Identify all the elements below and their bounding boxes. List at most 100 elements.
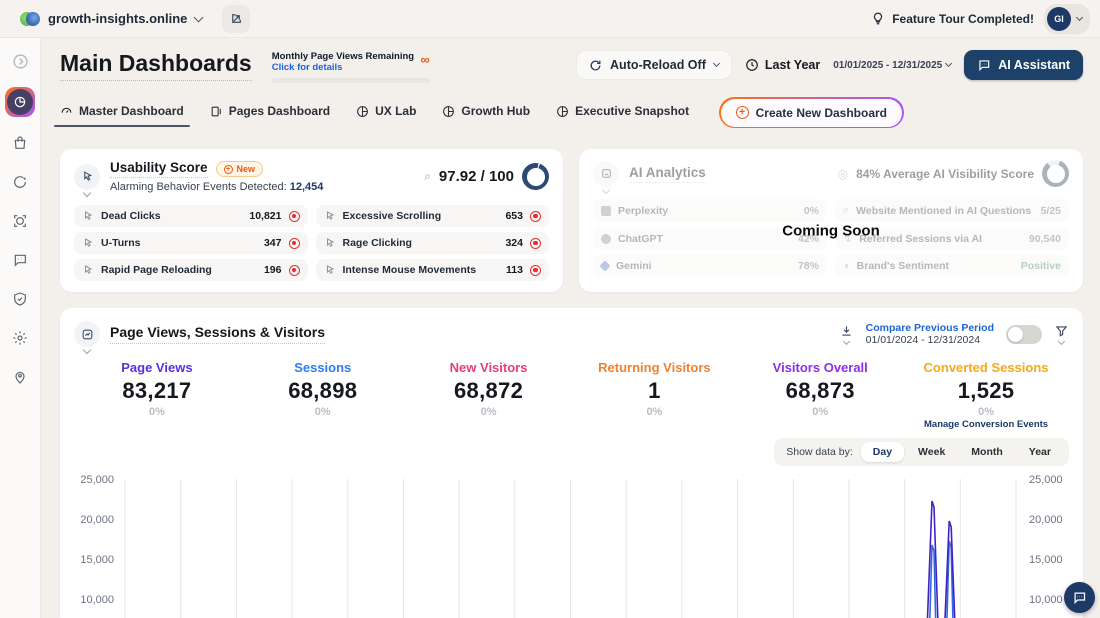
usage-title: Monthly Page Views Remaining bbox=[272, 51, 430, 62]
shield-check-icon bbox=[12, 291, 28, 307]
record-icon[interactable] bbox=[530, 211, 541, 222]
ai-metric-row: ◖ Brand's Sentiment Positive bbox=[835, 255, 1069, 277]
metric-value: 5/25 bbox=[1041, 205, 1061, 217]
sidebar-collapse-icon[interactable] bbox=[7, 48, 33, 74]
filter-button[interactable] bbox=[1054, 324, 1069, 344]
sidebar-item-ai[interactable] bbox=[7, 208, 33, 234]
top-bar: growth-insights.online Feature Tour Comp… bbox=[0, 0, 1100, 38]
cursor-icon bbox=[324, 264, 336, 276]
user-menu[interactable]: GI bbox=[1044, 4, 1090, 34]
create-new-dashboard-button[interactable]: + Create New Dashboard bbox=[719, 97, 903, 128]
tab-ux-lab[interactable]: UX Lab bbox=[356, 104, 416, 127]
stat-delta: 0% bbox=[240, 406, 406, 418]
tab-growth-hub[interactable]: Growth Hub bbox=[442, 104, 530, 127]
period-month[interactable]: Month bbox=[959, 442, 1015, 462]
open-site-button[interactable] bbox=[222, 5, 250, 33]
period-year[interactable]: Year bbox=[1017, 442, 1063, 462]
click-cursor-icon bbox=[81, 170, 94, 183]
stat-label[interactable]: New Visitors bbox=[406, 360, 572, 375]
spike-page-views bbox=[925, 501, 941, 618]
new-badge: +New bbox=[216, 161, 264, 177]
sidebar-item-location[interactable] bbox=[7, 364, 33, 390]
compare-toggle[interactable] bbox=[1006, 325, 1042, 344]
tab-executive-snapshot[interactable]: Executive Snapshot bbox=[556, 104, 689, 127]
stats-row: Page Views83,2170%Sessions68,8980%New Vi… bbox=[74, 360, 1069, 430]
avatar: GI bbox=[1047, 7, 1071, 31]
stat-label[interactable]: Sessions bbox=[240, 360, 406, 375]
y-tick-label: 20,000 bbox=[80, 514, 114, 526]
cursor-icon bbox=[324, 210, 336, 222]
y-tick-label: 10,000 bbox=[1029, 594, 1063, 606]
refresh-icon bbox=[589, 59, 602, 72]
usability-metric-row: Intense Mouse Movements113 bbox=[316, 259, 550, 281]
spike-page-views bbox=[942, 521, 958, 618]
period-week[interactable]: Week bbox=[906, 442, 957, 462]
record-icon[interactable] bbox=[289, 211, 300, 222]
sidebar-item-feedback[interactable] bbox=[7, 247, 33, 273]
tab-master-dashboard[interactable]: Master Dashboard bbox=[60, 104, 184, 127]
usage-progress-bar bbox=[272, 78, 430, 83]
sidebar-item-security[interactable] bbox=[7, 286, 33, 312]
stat-delta: 0% bbox=[903, 406, 1069, 418]
pageviews-card-icon[interactable] bbox=[74, 321, 100, 347]
export-button[interactable] bbox=[839, 324, 854, 344]
metric-value: Positive bbox=[1021, 260, 1061, 272]
metric-label: ChatGPT bbox=[618, 233, 663, 245]
record-icon[interactable] bbox=[289, 265, 300, 276]
gauge-icon bbox=[60, 105, 73, 118]
site-selector[interactable]: growth-insights.online bbox=[10, 7, 212, 31]
sentiment-icon: ◖ bbox=[843, 260, 850, 272]
sidebar-item-dashboards[interactable] bbox=[5, 87, 35, 117]
manage-conversion-events-link[interactable]: Manage Conversion Events bbox=[903, 419, 1069, 430]
pageviews-card: Page Views, Sessions & Visitors Compare … bbox=[60, 308, 1083, 618]
ai-score-ring bbox=[1042, 160, 1069, 187]
ai-assistant-button[interactable]: AI Assistant bbox=[964, 50, 1083, 80]
circle-split-icon bbox=[442, 105, 455, 118]
stat-value: 83,217 bbox=[74, 378, 240, 404]
auto-reload-select[interactable]: Auto-Reload Off bbox=[576, 50, 732, 80]
tab-pages-dashboard[interactable]: Pages Dashboard bbox=[210, 104, 330, 127]
stat-page-views: Page Views83,2170% bbox=[74, 360, 240, 430]
ai-card-title: AI Analytics bbox=[629, 165, 706, 183]
replay-icon bbox=[12, 174, 28, 190]
page-title: Main Dashboards bbox=[60, 50, 252, 81]
magnifier-icon[interactable]: ⌕ bbox=[424, 169, 431, 184]
location-pin-icon bbox=[12, 369, 28, 385]
record-icon[interactable] bbox=[530, 265, 541, 276]
plot-area[interactable] bbox=[118, 474, 1023, 618]
compare-dates: 01/01/2024 - 12/31/2024 bbox=[866, 334, 994, 346]
metric-label: Brand's Sentiment bbox=[857, 260, 949, 272]
stat-label[interactable]: Converted Sessions bbox=[903, 360, 1069, 375]
record-icon[interactable] bbox=[530, 238, 541, 249]
chevron-down-icon bbox=[843, 338, 850, 345]
record-icon[interactable] bbox=[289, 238, 300, 249]
y-tick-label: 15,000 bbox=[1029, 554, 1063, 566]
y-axis-right: 25,00020,00015,00010,0005,000 bbox=[1023, 474, 1069, 618]
date-range-picker[interactable]: 01/01/2025 - 12/31/2025 bbox=[833, 60, 951, 71]
stat-label[interactable]: Returning Visitors bbox=[571, 360, 737, 375]
usage-details-link[interactable]: Click for details bbox=[272, 62, 430, 73]
cursor-icon bbox=[82, 264, 94, 276]
chat-fab-button[interactable] bbox=[1064, 582, 1095, 613]
gemini-icon bbox=[599, 260, 610, 271]
stat-value: 1 bbox=[571, 378, 737, 404]
y-tick-label: 10,000 bbox=[80, 594, 114, 606]
chevron-down-icon bbox=[1058, 338, 1065, 345]
sidebar-item-store[interactable] bbox=[7, 130, 33, 156]
stat-new-visitors: New Visitors68,8720% bbox=[406, 360, 572, 430]
stat-label[interactable]: Visitors Overall bbox=[737, 360, 903, 375]
period-select[interactable]: Last Year bbox=[745, 58, 820, 72]
period-day[interactable]: Day bbox=[861, 442, 904, 462]
feature-tour-status[interactable]: Feature Tour Completed! bbox=[871, 11, 1034, 26]
compare-label[interactable]: Compare Previous Period bbox=[866, 322, 994, 334]
stat-value: 1,525 bbox=[903, 378, 1069, 404]
stat-label[interactable]: Page Views bbox=[74, 360, 240, 375]
chevron-down-icon bbox=[713, 60, 720, 67]
chevron-down-icon bbox=[194, 12, 204, 22]
sidebar-item-settings[interactable] bbox=[7, 325, 33, 351]
usability-card-icon[interactable] bbox=[74, 164, 100, 190]
show-data-by-label: Show data by: bbox=[786, 446, 853, 458]
stat-value: 68,873 bbox=[737, 378, 903, 404]
external-link-icon bbox=[230, 12, 243, 25]
sidebar-item-recordings[interactable] bbox=[7, 169, 33, 195]
